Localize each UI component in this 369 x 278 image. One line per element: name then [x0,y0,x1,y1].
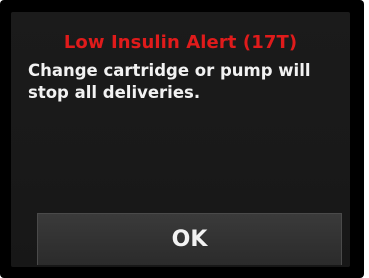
ok-button[interactable]: OK [37,213,342,265]
alert-title: Low Insulin Alert (17T) [63,32,298,53]
device-bezel: Low Insulin Alert (17T) Change cartridge… [0,0,364,278]
alert-screen: Low Insulin Alert (17T) Change cartridge… [11,12,350,267]
alert-message: Change cartridge or pump will stop all d… [28,61,311,102]
